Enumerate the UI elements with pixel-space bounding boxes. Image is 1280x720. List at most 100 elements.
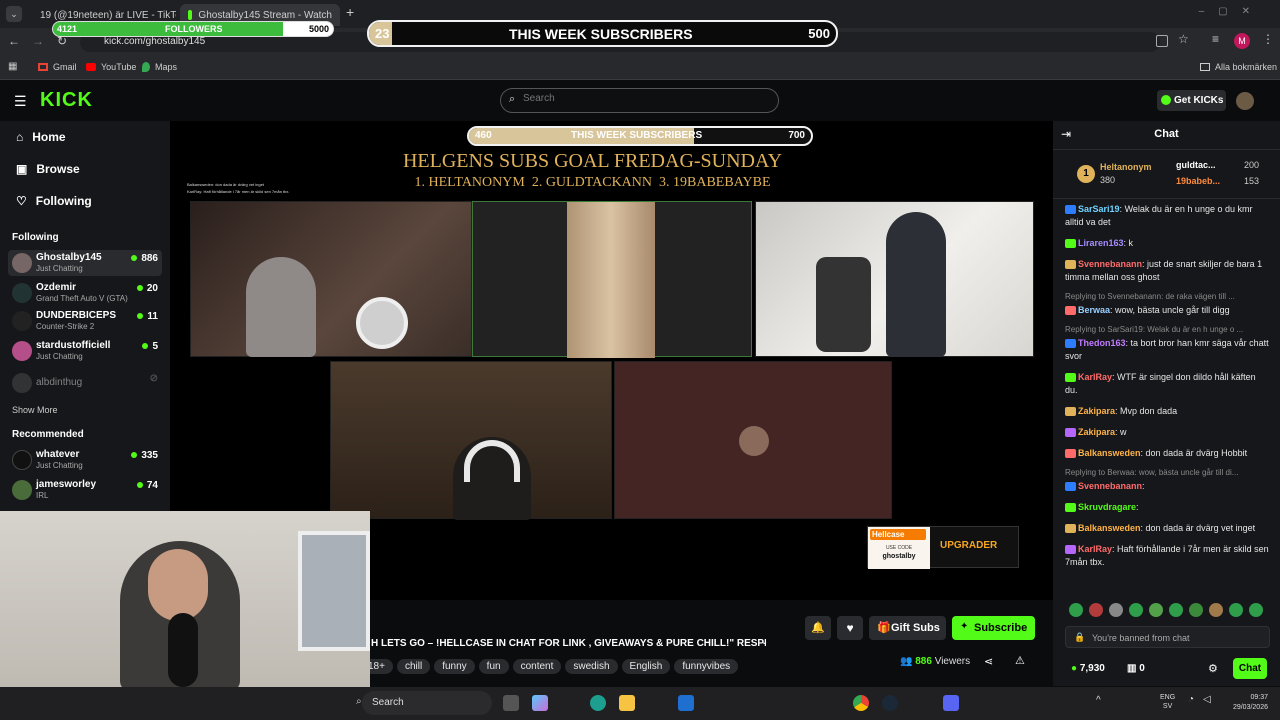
emote-icon[interactable] [1249,603,1263,617]
channel-whatever[interactable]: whatever Just Chatting 335 [8,447,162,473]
report-icon[interactable]: ⚠ [1015,654,1025,667]
show-more-link[interactable]: Show More [12,405,58,415]
profile-avatar[interactable]: M [1234,33,1250,49]
channel-ozdemir[interactable]: Ozdemir Grand Theft Auto V (GTA) 20 [8,280,162,306]
search-icon: ⌕ [356,696,362,707]
menu-icon[interactable]: ⋮ [1262,32,1274,46]
translate-icon[interactable] [1156,35,1168,47]
volume-icon[interactable]: ◁ [1203,694,1211,705]
nav-browse[interactable]: ▣ Browse [16,162,80,176]
stream-mini-chat: Balkansweden: don dada är dvärg vet inge… [187,182,290,194]
chat-title: Chat [1154,128,1179,140]
tag-pill[interactable]: chill [396,659,431,674]
stream-title: H LETS GO – !HELLCASE IN CHAT FOR LINK ,… [371,638,766,649]
extensions-icon[interactable]: ≡ [1212,32,1219,46]
chat-username[interactable]: Berwaa [1078,305,1110,315]
emote-icon[interactable] [1169,603,1183,617]
emote-icon[interactable] [1229,603,1243,617]
forward-icon[interactable]: → [32,34,44,48]
emote-icon[interactable] [1109,603,1123,617]
settings-icon[interactable]: ⚙ [1208,662,1218,675]
channel-dunderbiceps[interactable]: DUNDERBICEPS Counter-Strike 2 11 [8,308,162,334]
bookmark-youtube[interactable]: YouTube [86,62,136,72]
channel-jamesworley[interactable]: jamesworley IRL 74 [8,477,162,503]
discord-icon[interactable] [943,695,959,711]
window-controls[interactable]: –▢✕ [1199,6,1264,17]
subs-goal-top: 500 [808,26,830,41]
search-input[interactable] [523,93,763,104]
chat-username[interactable]: Skruvdragare [1078,502,1136,512]
back-icon[interactable]: ← [8,34,20,48]
subscribe-button[interactable]: ✦ Subscribe [952,616,1035,640]
emote-icon[interactable] [1069,603,1083,617]
chat-username[interactable]: SarSari19 [1078,204,1120,214]
file-explorer-icon[interactable] [619,695,635,711]
channel-albdinthug[interactable]: albdinthug ⊘ [8,370,162,396]
tray-chevron-icon[interactable]: ^ [1096,695,1101,706]
hamburger-icon[interactable]: ☰ [14,93,27,110]
edge-icon[interactable] [590,695,606,711]
tag-pill[interactable]: English [621,659,671,674]
copilot-icon[interactable] [532,695,548,711]
chat-username[interactable]: Balkansweden [1078,448,1141,458]
avatar [12,480,32,500]
search-box[interactable]: ⌕ [500,88,779,113]
chat-message: SarSari19: Welak du är en h unge o du km… [1065,204,1253,227]
lock-icon: 🔒 [1074,632,1086,642]
channel-stardustofficiell[interactable]: stardustofficiell Just Chatting 5 [8,338,162,364]
tag-pill[interactable]: content [512,659,562,674]
all-bookmarks[interactable]: Alla bokmärken [1200,62,1277,72]
bookmark-gmail[interactable]: Gmail [38,62,77,72]
chat-username[interactable]: KarlRay [1078,372,1112,382]
followers-current: 4121 [57,24,78,34]
share-icon[interactable]: ⋖ [984,655,993,668]
new-tab-button[interactable]: + [346,4,354,20]
language-indicator[interactable]: ENG SV [1160,693,1175,711]
chat-username[interactable]: Zakipara [1078,406,1115,416]
chat-username[interactable]: Zakipara [1078,427,1115,437]
kicks-balance[interactable]: ● 7,930 [1071,663,1105,674]
chat-username[interactable]: Balkansweden [1078,523,1141,533]
tag-pill[interactable]: funny [434,659,475,674]
tab-list-icon[interactable]: ⌄ [6,6,22,22]
apps-icon[interactable]: ▦ [8,61,17,72]
chat-username[interactable]: Thedon163 [1078,338,1126,348]
tag-pill[interactable]: swedish [565,659,618,674]
emote-icon[interactable] [1149,603,1163,617]
follow-heart-button[interactable]: ♥ [837,616,863,640]
subs-label-top: THIS WEEK SUBSCRIBERS [509,26,693,42]
kick-logo[interactable]: KICK [40,89,93,112]
channel-ghostalby145[interactable]: Ghostalby145 Just Chatting 886 [8,250,162,276]
tag-pill[interactable]: fun [478,659,509,674]
notification-bell-button[interactable]: 🔔 [805,616,831,640]
emote-icon[interactable] [1209,603,1223,617]
star-icon[interactable]: ☆ [1178,32,1189,46]
emote-icon[interactable] [1089,603,1103,617]
chat-send-button[interactable]: Chat [1233,658,1267,679]
clock[interactable]: 09:37 29/03/2026 [1222,693,1268,713]
bookmark-maps[interactable]: Maps [142,62,177,72]
gift-subs-button[interactable]: 🎁 Gift Subs [869,616,946,640]
chat-username[interactable]: Svennebanann [1078,259,1142,269]
tag-pill[interactable]: funnyvibes [674,659,739,674]
user-avatar[interactable] [1236,92,1254,110]
window-shape [298,531,370,651]
steam-icon[interactable] [882,695,898,711]
nav-home[interactable]: ⌂ Home [16,130,66,144]
emote-icon[interactable] [1189,603,1203,617]
sponsor-banner: Hellcase USE CODE ghostalby UPGRADER [867,526,1019,569]
outlook-icon[interactable] [678,695,694,711]
chrome-icon-active[interactable] [853,695,869,711]
chat-username[interactable]: Liraren163 [1078,238,1124,248]
taskbar-search[interactable]: ⌕ Search [356,691,492,715]
chat-input-banned[interactable]: 🔒 You're banned from chat [1065,626,1270,648]
chat-username[interactable]: Svennebanann [1078,481,1142,491]
chevron-down-icon[interactable]: ⌄ [760,636,768,647]
nav-following[interactable]: ♡ Following [16,194,92,208]
chat-username[interactable]: KarlRay [1078,544,1112,554]
youtube-icon [86,63,96,71]
task-view-icon[interactable] [503,695,519,711]
emote-icon[interactable] [1129,603,1143,617]
get-kicks-button[interactable]: Get KICKs [1157,90,1226,111]
wifi-icon[interactable]: ◔ [1188,694,1194,705]
